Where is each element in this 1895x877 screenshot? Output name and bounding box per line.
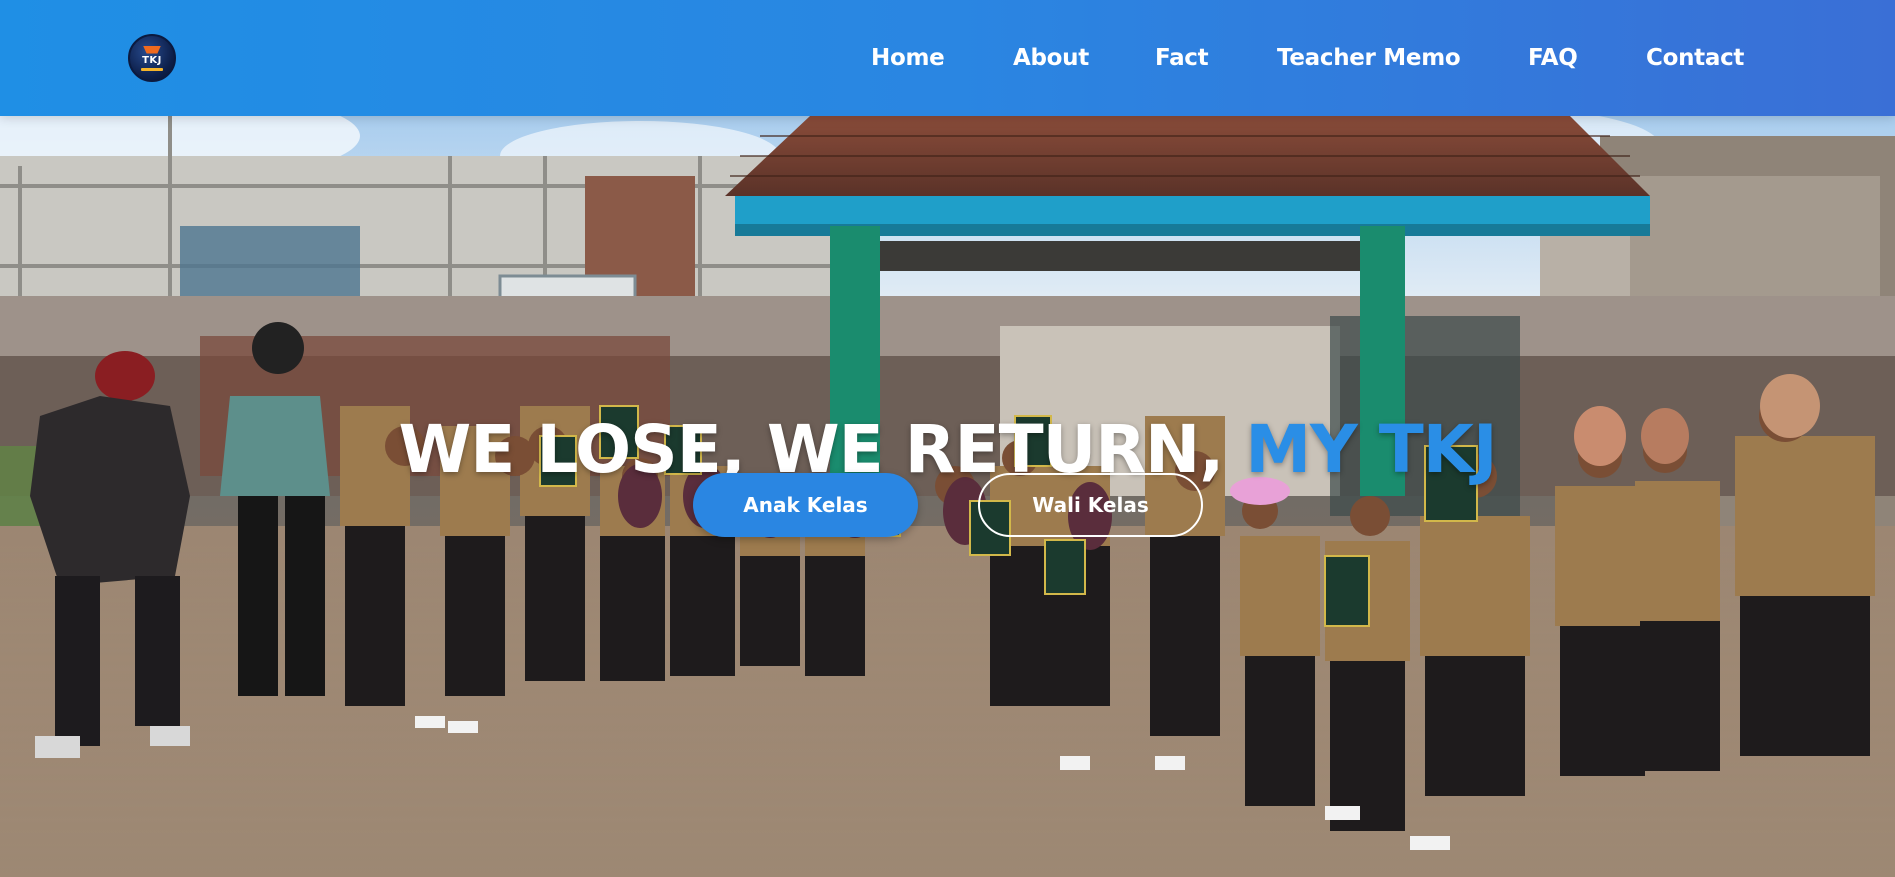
nav-item-contact[interactable]: Contact	[1646, 44, 1744, 72]
tkj-logo-icon: TKJ	[135, 41, 169, 75]
logo-text: TKJ	[142, 54, 162, 66]
nav-item-faq[interactable]: FAQ	[1528, 44, 1578, 72]
hero-background-photo	[0, 116, 1895, 877]
tkj-logo[interactable]: TKJ	[128, 34, 176, 82]
hero-title: WE LOSE, WE RETURN, MY TKJ	[0, 410, 1895, 490]
navbar: TKJ Home About Fact Teacher Memo FAQ Con…	[0, 0, 1895, 116]
hero-section: WE LOSE, WE RETURN, MY TKJ Anak Kelas Wa…	[0, 116, 1895, 877]
hero-title-accent: MY TKJ	[1245, 411, 1497, 489]
nav-item-about[interactable]: About	[1013, 44, 1089, 72]
logo-mark-shape	[143, 45, 161, 54]
nav-item-home[interactable]: Home	[871, 44, 945, 72]
nav-item-fact[interactable]: Fact	[1155, 44, 1209, 72]
wali-kelas-button[interactable]: Wali Kelas	[978, 473, 1203, 537]
nav-item-teacher-memo[interactable]: Teacher Memo	[1277, 44, 1461, 72]
logo-underline-shape	[141, 67, 163, 71]
anak-kelas-button[interactable]: Anak Kelas	[693, 473, 918, 537]
